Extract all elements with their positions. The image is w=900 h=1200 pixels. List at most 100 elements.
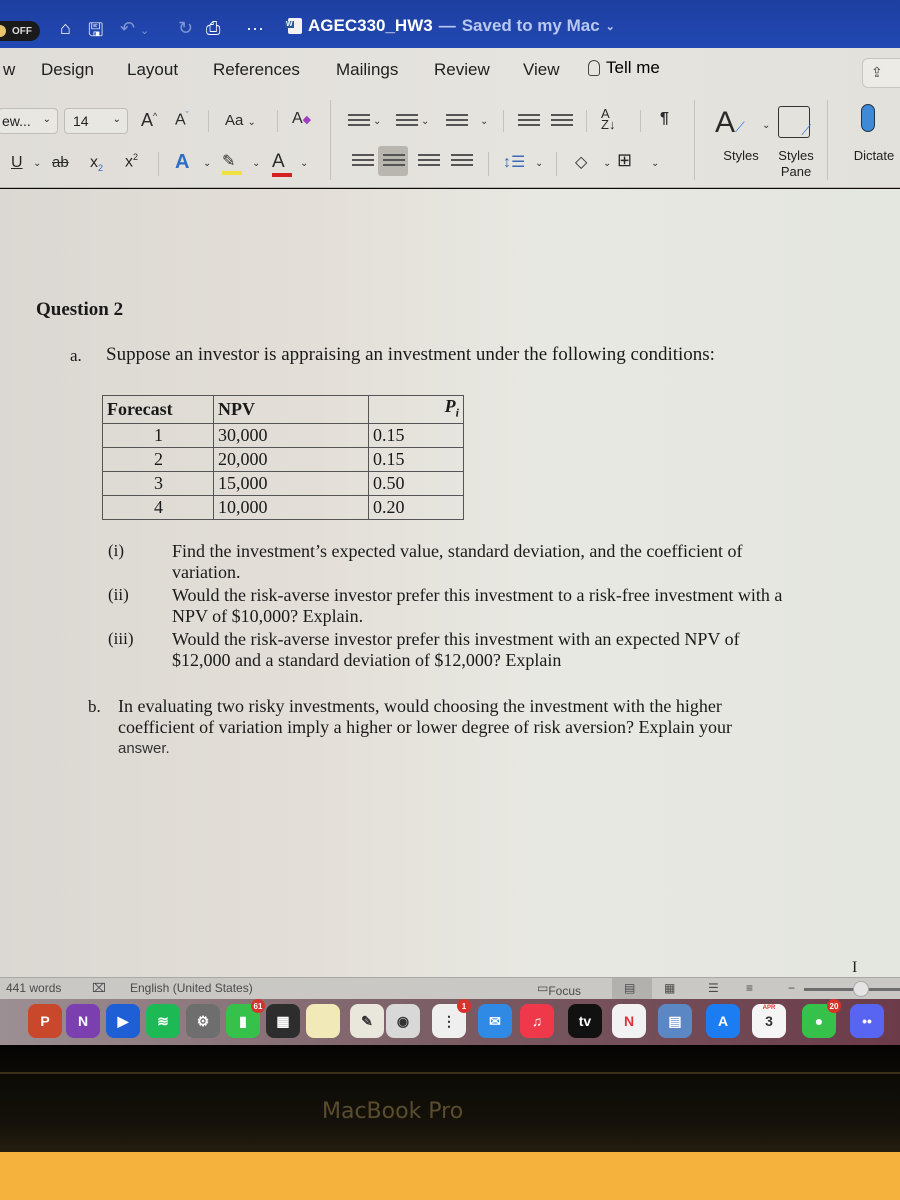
- more-icon[interactable]: ···: [246, 18, 264, 39]
- chevron-down-icon[interactable]: ⌄: [651, 158, 659, 169]
- decrease-indent-icon[interactable]: [518, 114, 540, 130]
- dock-app-screenshot[interactable]: ◉: [386, 1004, 420, 1038]
- redo-icon[interactable]: ↻: [178, 18, 193, 39]
- dock-app-discord[interactable]: ••: [850, 1004, 884, 1038]
- word-count[interactable]: 441 words: [6, 981, 61, 995]
- undo-dropdown-icon[interactable]: ⌄: [140, 24, 149, 37]
- tab-view[interactable]: View: [523, 60, 560, 80]
- home-icon[interactable]: ⌂: [60, 18, 71, 39]
- font-color-icon[interactable]: A: [272, 151, 292, 177]
- align-right-icon[interactable]: [418, 154, 440, 170]
- bullets-icon[interactable]: [348, 114, 370, 130]
- grow-font-icon[interactable]: A^: [141, 110, 157, 131]
- focus-button[interactable]: ▭ Focus: [537, 981, 581, 998]
- dock-app-system-preferences[interactable]: ⚙: [186, 1004, 220, 1038]
- chevron-down-icon[interactable]: ⌄: [603, 158, 611, 169]
- language-indicator[interactable]: English (United States): [130, 981, 253, 995]
- dock-app-preview[interactable]: ▤: [658, 1004, 692, 1038]
- styles-pane-label[interactable]: Styles Pane: [771, 148, 821, 180]
- tab-references[interactable]: References: [213, 60, 300, 80]
- dock-app-textedit[interactable]: ✎: [350, 1004, 384, 1038]
- chevron-down-icon[interactable]: ⌄: [762, 120, 770, 131]
- dock-app-music[interactable]: ♫: [520, 1004, 554, 1038]
- dock-app-tv[interactable]: tv: [568, 1004, 602, 1038]
- chevron-down-icon[interactable]: ⌄: [480, 116, 488, 127]
- chevron-down-icon[interactable]: ⌄: [252, 158, 260, 169]
- draft-view-icon[interactable]: ≡: [746, 981, 753, 995]
- sort-icon[interactable]: A Z↓: [601, 107, 615, 131]
- borders-icon[interactable]: ⊞: [617, 150, 632, 171]
- spotify-icon: ≋: [157, 1012, 169, 1029]
- chevron-down-icon[interactable]: ⌄: [535, 158, 543, 169]
- change-case-button[interactable]: Aa ⌄: [225, 112, 256, 129]
- print-layout-icon[interactable]: ▤: [624, 981, 635, 995]
- dock-app-messages[interactable]: ● 20: [802, 999, 841, 1038]
- chevron-down-icon[interactable]: ⌄: [300, 158, 308, 169]
- chevron-down-icon[interactable]: ⌄: [421, 116, 429, 127]
- numbering-icon[interactable]: [396, 114, 418, 130]
- font-name-select[interactable]: ew... ⌄: [0, 108, 58, 134]
- multilevel-list-icon[interactable]: [446, 114, 468, 130]
- document-page[interactable]: Question 2 a. Suppose an investor is app…: [0, 189, 900, 977]
- web-layout-icon[interactable]: ▦: [664, 981, 675, 995]
- dock-app-mail[interactable]: ✉: [478, 1004, 512, 1038]
- dock-app-onenote[interactable]: N: [66, 1004, 100, 1038]
- save-icon[interactable]: 🖫: [88, 18, 103, 48]
- tell-me-search[interactable]: Tell me: [588, 58, 660, 78]
- proofing-icon[interactable]: ⌧: [92, 981, 106, 995]
- styles-icon[interactable]: A⟋: [715, 106, 745, 140]
- align-center-icon: [383, 154, 405, 170]
- table-row: 2 20,000 0.15: [102, 446, 464, 472]
- font-size-select[interactable]: 14 ⌄: [64, 108, 128, 134]
- text-effects-icon[interactable]: A: [175, 151, 189, 174]
- underline-icon[interactable]: U: [11, 154, 23, 172]
- show-formatting-marks-icon[interactable]: ¶: [660, 110, 669, 128]
- highlight-icon[interactable]: ✎: [222, 151, 242, 175]
- dock-app-calculator[interactable]: ▦: [266, 1004, 300, 1038]
- tab-view-partial[interactable]: w: [3, 60, 15, 80]
- line-spacing-icon[interactable]: ↕☰: [503, 152, 525, 172]
- dock-app-powerpoint[interactable]: P: [28, 1004, 62, 1038]
- subscript-icon[interactable]: x2: [90, 154, 103, 173]
- tab-design[interactable]: Design: [41, 60, 94, 80]
- tv-icon: tv: [578, 1013, 592, 1029]
- superscript-icon[interactable]: x2: [125, 152, 138, 171]
- increase-indent-icon[interactable]: [551, 114, 573, 130]
- document-title[interactable]: AGEC330_HW3 — Saved to my Mac ⌄: [285, 16, 615, 36]
- dock-app-news[interactable]: N: [612, 1004, 646, 1038]
- microphone-icon[interactable]: [861, 104, 875, 132]
- justify-icon[interactable]: [451, 154, 473, 170]
- print-icon[interactable]: ⎙: [206, 18, 220, 39]
- shading-icon[interactable]: ◇: [575, 152, 587, 172]
- chevron-down-icon[interactable]: ⌄: [33, 158, 41, 169]
- dock-app-zoom[interactable]: ▶: [106, 1004, 140, 1038]
- tab-review[interactable]: Review: [434, 60, 490, 80]
- clear-formatting-icon[interactable]: A◆: [292, 110, 311, 128]
- styles-label[interactable]: Styles: [716, 148, 766, 164]
- align-left-icon[interactable]: [352, 154, 374, 170]
- shrink-font-icon[interactable]: Aˇ: [175, 110, 189, 129]
- dock-app-reminders[interactable]: ⋮ 1: [432, 999, 471, 1038]
- dictate-label[interactable]: Dictate: [846, 148, 900, 164]
- zoom-slider-thumb[interactable]: [853, 981, 869, 997]
- chevron-down-icon[interactable]: ⌄: [203, 158, 211, 169]
- sub-item-number: (iii): [108, 629, 134, 648]
- dock-app-notes[interactable]: [306, 1004, 340, 1038]
- strikethrough-icon[interactable]: ab: [52, 154, 69, 171]
- dock-app-calendar[interactable]: 3 APR: [752, 1004, 786, 1038]
- autosave-toggle[interactable]: OFF: [0, 21, 40, 41]
- styles-pane-icon[interactable]: ⟋: [778, 106, 811, 138]
- tab-mailings[interactable]: Mailings: [336, 60, 398, 80]
- dock-app-facetime[interactable]: ▮ 61: [226, 999, 265, 1038]
- share-button[interactable]: ⇪: [862, 58, 900, 88]
- dock-app-app-store[interactable]: A: [706, 1004, 740, 1038]
- outline-view-icon[interactable]: ☰: [708, 981, 719, 995]
- zoom-out-icon[interactable]: −: [788, 981, 795, 995]
- undo-icon[interactable]: ↶: [120, 18, 135, 39]
- dock: P N ▶ ≋ ⚙ ▮ 61 ▦ ✎ ◉ ⋮ 1 ✉ ♫ tv N ▤ A 3 APR ● 20 ••: [0, 999, 900, 1045]
- align-center-button[interactable]: [378, 146, 408, 176]
- tab-layout[interactable]: Layout: [127, 60, 178, 80]
- dock-app-spotify[interactable]: ≋: [146, 1004, 180, 1038]
- zoom-slider[interactable]: [804, 988, 900, 991]
- chevron-down-icon[interactable]: ⌄: [373, 116, 381, 127]
